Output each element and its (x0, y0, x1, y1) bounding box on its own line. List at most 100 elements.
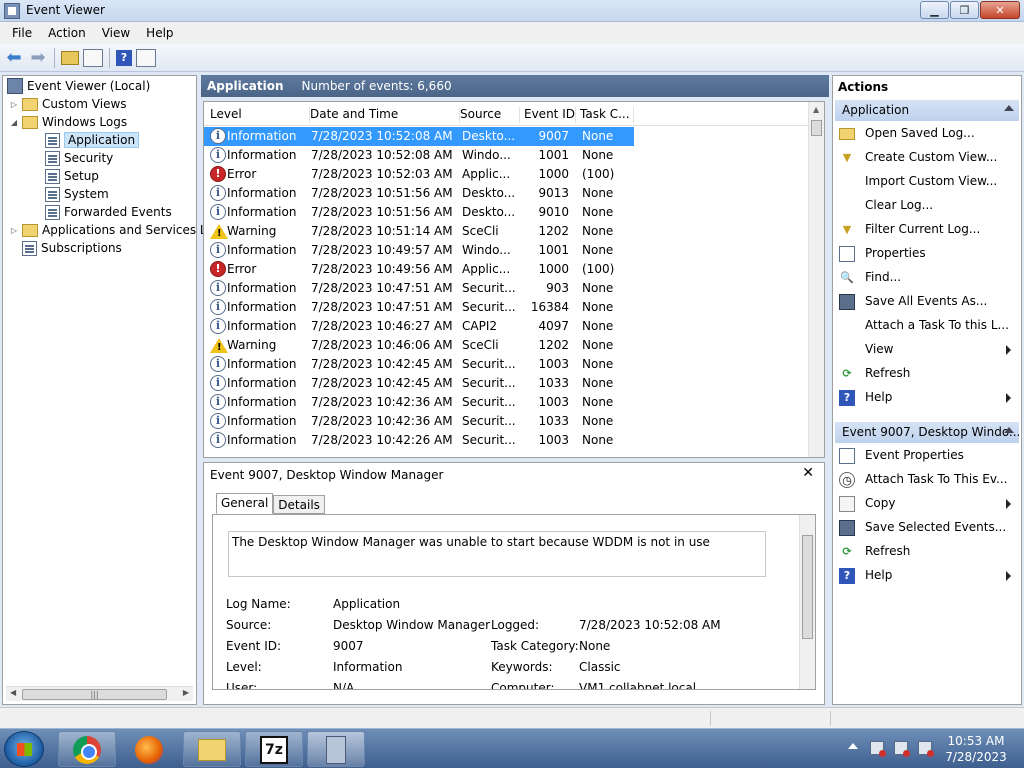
collapse-icon[interactable] (1004, 105, 1014, 111)
scrollbar-thumb[interactable]: ||| (22, 689, 167, 700)
action-save-selected-events[interactable]: Save Selected Events... (833, 518, 1021, 538)
error-icon: ! (210, 261, 226, 277)
tab-details[interactable]: Details (273, 495, 325, 514)
information-icon: i (210, 242, 226, 258)
event-list-vertical-scrollbar[interactable]: ▲ (808, 102, 824, 457)
table-row[interactable]: i Information 7/28/2023 10:47:51 AM Securit… (204, 279, 634, 298)
tree-item-apps-services[interactable]: ▷ Applications and Services Lo (9, 221, 214, 239)
clock[interactable]: 10:53 AM 7/28/2023 (936, 733, 1016, 765)
menu-action[interactable]: Action (40, 26, 94, 40)
column-task-category[interactable]: Task C... (580, 107, 634, 123)
action-filter-current-log[interactable]: ▼ Filter Current Log... (833, 220, 1021, 240)
tree-horizontal-scrollbar[interactable]: ◀ ||| ▶ (6, 686, 193, 701)
status-bar (0, 707, 1024, 728)
scrollbar-thumb[interactable] (811, 120, 822, 136)
forward-arrow-icon[interactable]: ➡ (28, 47, 48, 68)
taskbar-7zip[interactable]: 7z (245, 731, 303, 767)
table-row[interactable]: i Information 7/28/2023 10:51:56 AM Deskto.… (204, 203, 634, 222)
action-refresh[interactable]: ⟳ Refresh (833, 364, 1021, 384)
action-attach-task-to-this-ev[interactable]: ◷ Attach Task To This Ev... (833, 470, 1021, 490)
table-row[interactable]: i Information 7/28/2023 10:52:08 AM Deskto.… (204, 127, 634, 146)
expand-arrow-icon[interactable]: ▷ (9, 100, 19, 109)
props-icon (839, 246, 855, 262)
action-import-custom-view[interactable]: Import Custom View... (833, 172, 1021, 192)
table-row[interactable]: i Information 7/28/2023 10:52:08 AM Windo..… (204, 146, 634, 165)
minimize-button[interactable]: ▁ (920, 1, 949, 19)
start-button[interactable] (4, 731, 44, 767)
tree-item-subscriptions[interactable]: Subscriptions (22, 239, 122, 257)
table-row[interactable]: i Information 7/28/2023 10:42:45 AM Securit… (204, 355, 634, 374)
tree-item-windows-logs[interactable]: ◢ Windows Logs (9, 113, 127, 131)
table-row[interactable]: Warning 7/28/2023 10:51:14 AM SceCli 1202 No… (204, 222, 634, 241)
taskbar-event-viewer[interactable] (307, 731, 365, 767)
show-hide-console-tree-icon[interactable] (83, 48, 103, 67)
cell-id: 1000 (538, 167, 569, 181)
table-row[interactable]: i Information 7/28/2023 10:42:26 AM Securit… (204, 431, 634, 450)
tree-item-setup[interactable]: Setup (45, 167, 99, 185)
action-create-custom-view[interactable]: ▼ Create Custom View... (833, 148, 1021, 168)
action-clear-log[interactable]: Clear Log... (833, 196, 1021, 216)
tree-item-security[interactable]: Security (45, 149, 113, 167)
tree-item-application[interactable]: Application (45, 131, 140, 149)
action-help[interactable]: ? Help (833, 566, 1021, 586)
table-row[interactable]: i Information 7/28/2023 10:49:57 AM Windo..… (204, 241, 634, 260)
volume-icon[interactable] (918, 741, 934, 757)
tree-item-root[interactable]: Event Viewer (Local) (7, 77, 150, 95)
action-open-saved-log[interactable]: Open Saved Log... (833, 124, 1021, 144)
actions-section-event[interactable]: Event 9007, Desktop Windo... (835, 422, 1019, 443)
tree-item-system[interactable]: System (45, 185, 109, 203)
action-attach-a-task-to-this-l[interactable]: Attach a Task To this L... (833, 316, 1021, 336)
column-level[interactable]: Level (210, 107, 310, 123)
maximize-button[interactable]: ❐ (950, 1, 979, 19)
action-copy[interactable]: Copy (833, 494, 1021, 514)
help-icon[interactable]: ? (116, 49, 132, 66)
scroll-right-arrow-icon[interactable]: ▶ (183, 688, 189, 697)
scrollbar-thumb[interactable] (802, 535, 813, 639)
detail-vertical-scrollbar[interactable] (799, 515, 815, 689)
event-list: Level Date and Time Source Event ID Task… (203, 101, 825, 458)
table-row[interactable]: ! Error 7/28/2023 10:52:03 AM Applic... 1000… (204, 165, 634, 184)
collapse-icon[interactable] (1004, 427, 1014, 433)
close-button[interactable]: ✕ (980, 1, 1020, 19)
cell-id: 9007 (538, 129, 569, 143)
taskbar-explorer[interactable] (183, 731, 241, 767)
column-date-time[interactable]: Date and Time (310, 107, 460, 123)
action-center-icon[interactable] (870, 741, 886, 757)
action-refresh[interactable]: ⟳ Refresh (833, 542, 1021, 562)
scroll-left-arrow-icon[interactable]: ◀ (10, 688, 16, 697)
table-row[interactable]: i Information 7/28/2023 10:42:36 AM Securit… (204, 393, 634, 412)
scroll-up-arrow-icon[interactable]: ▲ (813, 105, 819, 114)
menu-file[interactable]: File (4, 26, 40, 40)
table-row[interactable]: i Information 7/28/2023 10:51:56 AM Deskto.… (204, 184, 634, 203)
action-help[interactable]: ? Help (833, 388, 1021, 408)
action-properties[interactable]: Properties (833, 244, 1021, 264)
action-find[interactable]: 🔍 Find... (833, 268, 1021, 288)
table-row[interactable]: i Information 7/28/2023 10:42:45 AM Securit… (204, 374, 634, 393)
table-row[interactable]: ! Error 7/28/2023 10:49:56 AM Applic... 1000… (204, 260, 634, 279)
action-event-properties[interactable]: Event Properties (833, 446, 1021, 466)
table-row[interactable]: i Information 7/28/2023 10:46:27 AM CAPI2 40… (204, 317, 634, 336)
show-hidden-icons-icon[interactable] (848, 743, 858, 749)
show-hide-action-pane-icon[interactable] (136, 48, 156, 67)
table-row[interactable]: i Information 7/28/2023 10:47:51 AM Securit… (204, 298, 634, 317)
column-event-id[interactable]: Event ID (524, 107, 576, 123)
action-save-all-events-as[interactable]: Save All Events As... (833, 292, 1021, 312)
menu-view[interactable]: View (94, 26, 138, 40)
column-source[interactable]: Source (460, 107, 520, 123)
close-icon[interactable]: ✕ (802, 465, 814, 481)
tree-item-custom-views[interactable]: ▷ Custom Views (9, 95, 127, 113)
expand-arrow-icon[interactable]: ▷ (9, 226, 19, 235)
tab-general[interactable]: General (216, 493, 274, 514)
table-row[interactable]: Warning 7/28/2023 10:46:06 AM SceCli 1202 No… (204, 336, 634, 355)
table-row[interactable]: i Information 7/28/2023 10:42:36 AM Securit… (204, 412, 634, 431)
network-icon[interactable] (894, 741, 910, 757)
taskbar-firefox[interactable] (120, 731, 178, 767)
collapse-arrow-icon[interactable]: ◢ (9, 118, 19, 127)
up-folder-icon[interactable] (61, 50, 79, 65)
tree-item-forwarded-events[interactable]: Forwarded Events (45, 203, 172, 221)
back-arrow-icon[interactable]: ⬅ (4, 47, 24, 68)
taskbar-chrome[interactable] (58, 731, 116, 767)
menu-help[interactable]: Help (138, 26, 181, 40)
action-view[interactable]: View (833, 340, 1021, 360)
actions-section-application[interactable]: Application (835, 100, 1019, 121)
